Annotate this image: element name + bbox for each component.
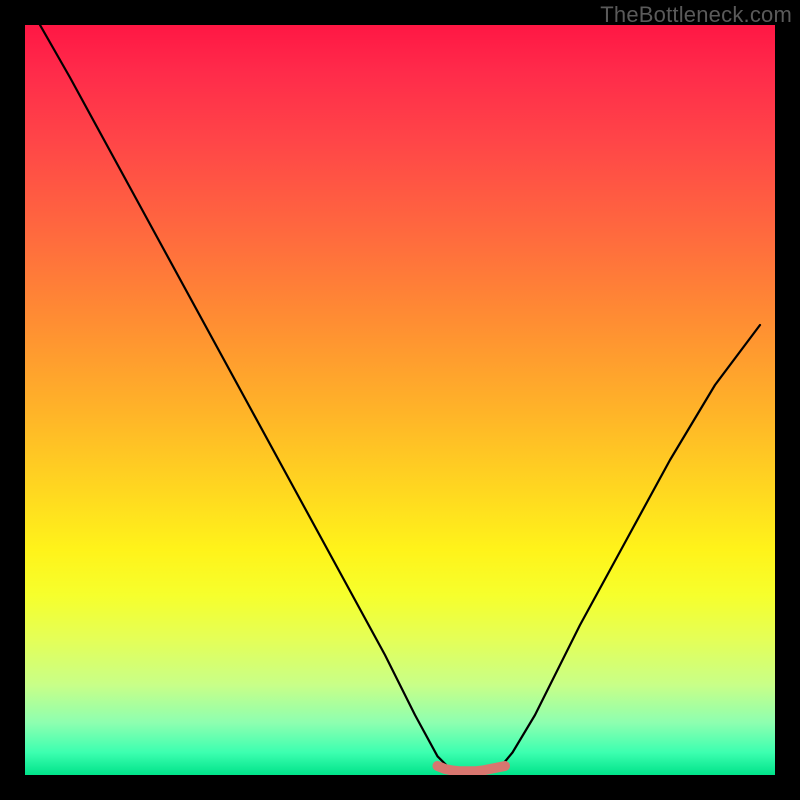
curve-layer: [25, 25, 775, 775]
valley-marker: [438, 766, 506, 771]
chart-frame: TheBottleneck.com: [0, 0, 800, 800]
plot-area: [25, 25, 775, 775]
bottleneck-curve: [40, 25, 760, 771]
watermark-text: TheBottleneck.com: [600, 2, 792, 28]
